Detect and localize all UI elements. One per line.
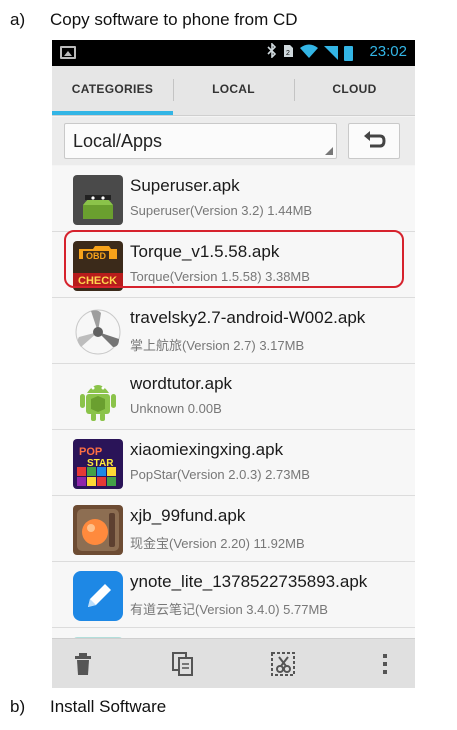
file-meta: Unknown 0.00B bbox=[130, 401, 222, 416]
overflow-menu-icon[interactable] bbox=[372, 651, 398, 677]
list-item[interactable]: wordtutor.apk Unknown 0.00B bbox=[52, 364, 415, 430]
path-bar: Local/Apps bbox=[52, 117, 415, 165]
caption-a-letter: a) bbox=[10, 10, 26, 29]
delete-icon[interactable] bbox=[70, 651, 96, 677]
file-meta: 有道云笔记(Version 3.4.0) 5.77MB bbox=[130, 602, 328, 617]
path-label: Local/Apps bbox=[73, 131, 163, 151]
file-name: travelsky2.7-android-W002.apk bbox=[130, 308, 366, 327]
back-button[interactable] bbox=[348, 123, 400, 159]
list-item[interactable]: travelsky2.7-android-W002.apk 掌上航旅(Versi… bbox=[52, 298, 415, 364]
superuser-icon bbox=[73, 175, 123, 225]
tab-categories[interactable]: CATEGORIES bbox=[52, 66, 173, 115]
undo-arrow-icon bbox=[364, 131, 386, 148]
file-name: xiaomiexingxing.apk bbox=[130, 440, 284, 459]
cut-icon[interactable] bbox=[270, 651, 296, 677]
android-icon bbox=[73, 373, 123, 423]
path-dropdown[interactable]: Local/Apps bbox=[64, 123, 337, 159]
popstar-icon: POP STAR bbox=[73, 439, 123, 489]
caption-b: b) Install Software bbox=[10, 697, 166, 717]
propeller-icon bbox=[73, 307, 123, 357]
file-list: Superuser.apk Superuser(Version 3.2) 1.4… bbox=[52, 166, 415, 638]
list-item[interactable]: ynote_lite_1378522735893.apk 有道云笔记(Versi… bbox=[52, 562, 415, 628]
svg-text:POP: POP bbox=[79, 446, 102, 458]
list-item[interactable]: POP STAR xiaomiexingxing.apk PopStar(Ver… bbox=[52, 430, 415, 496]
svg-text:STAR: STAR bbox=[87, 458, 114, 469]
list-item-partial[interactable] bbox=[52, 628, 415, 638]
signal-icon bbox=[324, 46, 338, 60]
action-bar bbox=[52, 638, 415, 688]
phone-screen: 2 23:02 CATEGORIES LOCAL CLOUD Local/App… bbox=[52, 40, 415, 688]
caption-a-text: Copy software to phone from CD bbox=[50, 10, 298, 29]
tab-bar: CATEGORIES LOCAL CLOUD bbox=[52, 66, 415, 116]
file-meta: PopStar(Version 2.0.3) 2.73MB bbox=[130, 467, 310, 482]
list-item[interactable]: Superuser.apk Superuser(Version 3.2) 1.4… bbox=[52, 166, 415, 232]
tab-cloud[interactable]: CLOUD bbox=[294, 66, 415, 115]
caption-b-text: Install Software bbox=[50, 697, 167, 716]
file-name: ynote_lite_1378522735893.apk bbox=[130, 572, 368, 591]
highlight-box bbox=[64, 230, 404, 288]
dropdown-corner-icon bbox=[325, 147, 333, 155]
status-bar: 2 23:02 bbox=[52, 40, 415, 66]
svg-text:2: 2 bbox=[286, 50, 290, 57]
battery-icon bbox=[344, 45, 353, 61]
tab-local[interactable]: LOCAL bbox=[173, 66, 294, 115]
file-meta: Superuser(Version 3.2) 1.44MB bbox=[130, 203, 313, 218]
file-name: xjb_99fund.apk bbox=[130, 506, 246, 525]
ynote-icon bbox=[73, 571, 123, 621]
file-name: wordtutor.apk bbox=[130, 374, 233, 393]
file-name: Superuser.apk bbox=[130, 176, 240, 195]
list-item[interactable]: xjb_99fund.apk 现金宝(Version 2.20) 11.92MB bbox=[52, 496, 415, 562]
copy-icon[interactable] bbox=[170, 651, 196, 677]
picture-icon bbox=[60, 46, 76, 59]
bluetooth-icon bbox=[267, 42, 277, 63]
caption-a: a) Copy software to phone from CD bbox=[10, 10, 298, 30]
status-time: 23:02 bbox=[369, 43, 407, 60]
caption-b-letter: b) bbox=[10, 697, 26, 716]
sim-icon: 2 bbox=[283, 44, 294, 63]
wifi-icon bbox=[300, 44, 318, 63]
xianjinbao-icon bbox=[73, 505, 123, 555]
file-meta: 掌上航旅(Version 2.7) 3.17MB bbox=[130, 338, 305, 353]
file-meta: 现金宝(Version 2.20) 11.92MB bbox=[130, 536, 305, 551]
